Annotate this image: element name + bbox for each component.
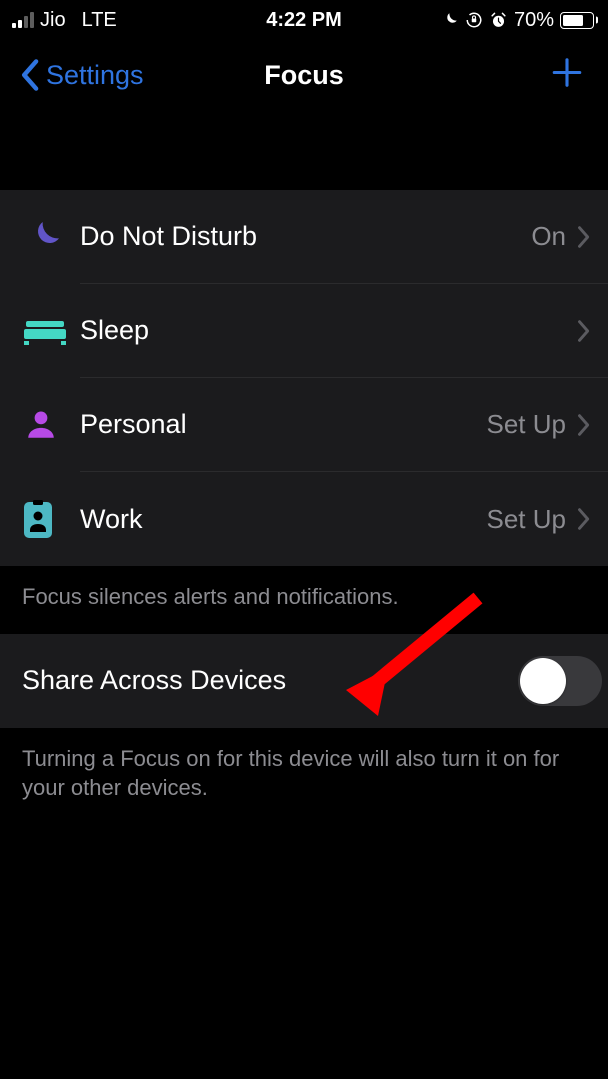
share-section: Share Across Devices [0, 634, 608, 728]
signal-strength-icon [12, 12, 34, 28]
row-label: Sleep [80, 315, 566, 346]
chevron-right-icon [576, 413, 590, 437]
row-status: Set Up [487, 409, 567, 440]
battery-percent: 70% [514, 9, 554, 32]
network-label: LTE [82, 9, 117, 32]
chevron-right-icon [576, 507, 590, 531]
share-label: Share Across Devices [22, 665, 518, 696]
status-bar: Jio LTE 4:22 PM 70% [0, 0, 608, 40]
focus-footer-text: Focus silences alerts and notifications. [0, 566, 608, 634]
focus-modes-section: Do Not Disturb On Sleep [0, 190, 608, 566]
carrier-label: Jio [40, 9, 66, 32]
chevron-left-icon [20, 58, 42, 92]
chevron-right-icon [576, 225, 590, 249]
row-label: Do Not Disturb [80, 221, 531, 252]
row-status: Set Up [487, 504, 567, 535]
bed-icon [24, 317, 66, 345]
share-across-devices-row[interactable]: Share Across Devices [0, 634, 608, 728]
plus-icon [550, 56, 584, 90]
badge-icon [24, 500, 52, 538]
moon-icon [24, 217, 64, 257]
person-icon [24, 408, 58, 442]
add-button[interactable] [550, 56, 584, 95]
row-label: Personal [80, 409, 487, 440]
share-toggle[interactable] [518, 656, 602, 706]
share-footer-text: Turning a Focus on for this device will … [0, 728, 608, 825]
nav-bar: Settings Focus [0, 40, 608, 110]
focus-row-do-not-disturb[interactable]: Do Not Disturb On [0, 190, 608, 284]
row-label: Work [80, 504, 487, 535]
row-status: On [531, 221, 566, 252]
back-label: Settings [46, 60, 144, 91]
focus-row-personal[interactable]: Personal Set Up [0, 378, 608, 472]
orientation-lock-icon [465, 11, 483, 29]
focus-row-work[interactable]: Work Set Up [0, 472, 608, 566]
chevron-right-icon [576, 319, 590, 343]
back-button[interactable]: Settings [20, 58, 144, 92]
focus-row-sleep[interactable]: Sleep [0, 284, 608, 378]
battery-icon [560, 12, 594, 29]
moon-icon [441, 11, 459, 29]
status-right: 70% [441, 9, 594, 32]
alarm-icon [489, 11, 508, 30]
status-left: Jio LTE [12, 9, 117, 32]
